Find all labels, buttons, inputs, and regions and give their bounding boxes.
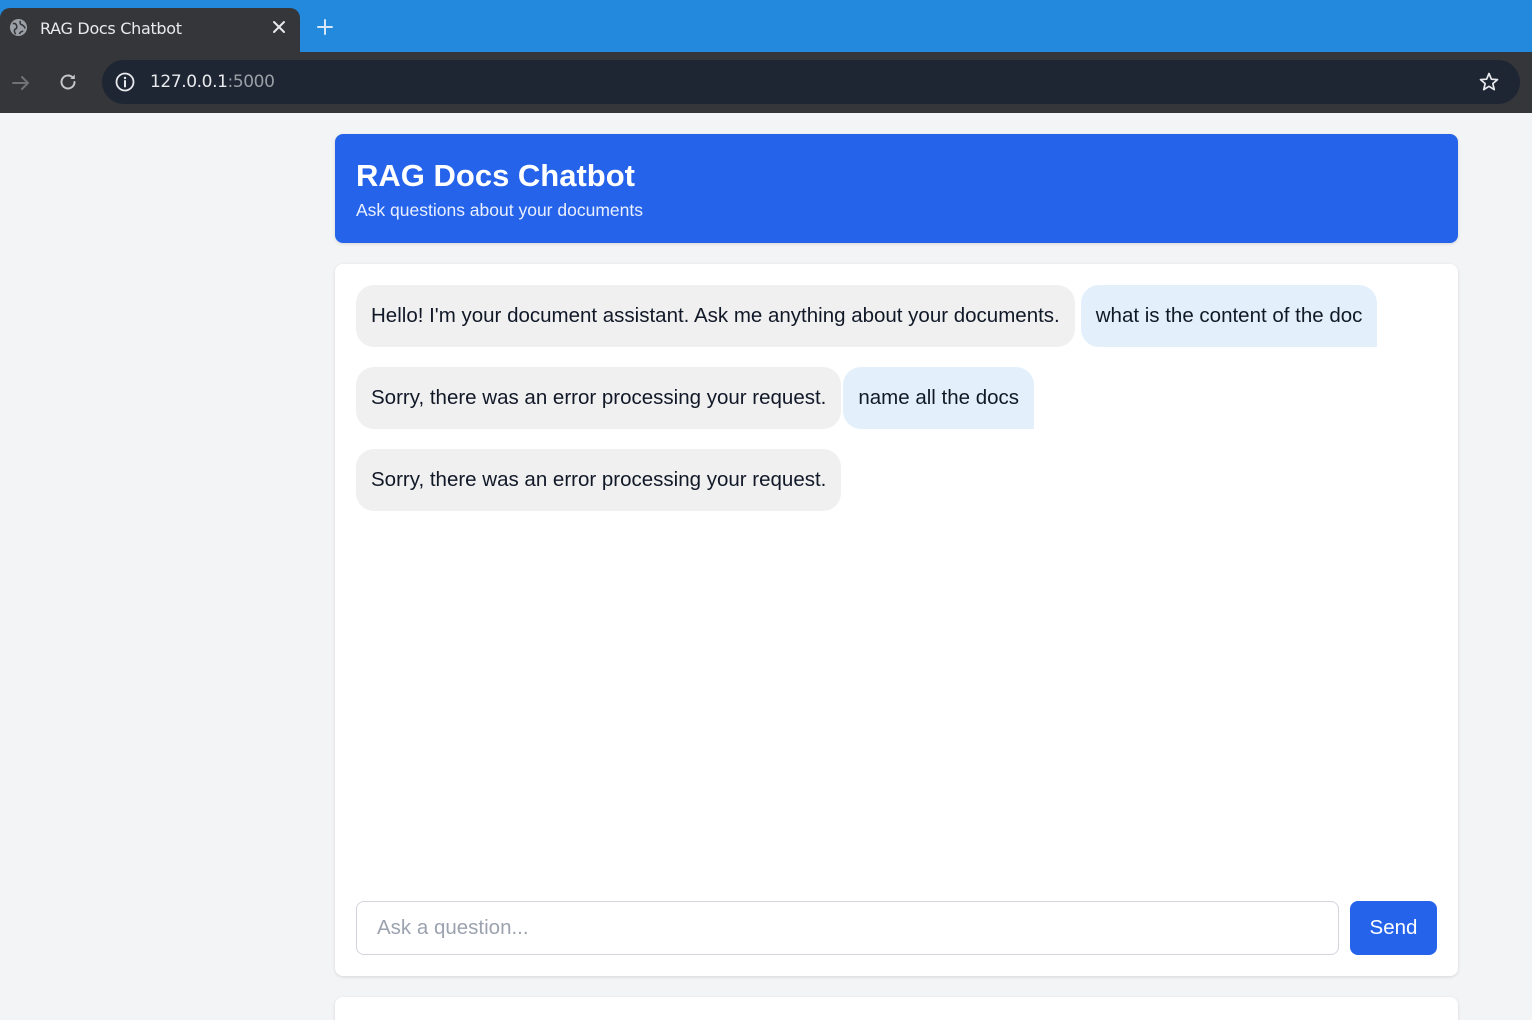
- chat-panel: Hello! I'm your document assistant. Ask …: [335, 264, 1458, 976]
- url-host: 127.0.0.1: [150, 72, 228, 92]
- secondary-panel: [335, 997, 1458, 1020]
- url-port: :5000: [227, 72, 275, 92]
- bot-message: Sorry, there was an error processing you…: [356, 367, 842, 429]
- bot-message: Sorry, there was an error processing you…: [356, 449, 842, 511]
- message-list: Hello! I'm your document assistant. Ask …: [356, 285, 1437, 511]
- bookmark-star-icon[interactable]: [1478, 71, 1500, 93]
- url-text[interactable]: 127.0.0.1:5000: [150, 72, 275, 92]
- close-icon[interactable]: [270, 18, 288, 36]
- reload-icon[interactable]: [57, 71, 79, 93]
- forward-arrow-icon[interactable]: [10, 72, 32, 94]
- user-message: what is the content of the doc: [1080, 285, 1378, 347]
- chat-input-row: Send: [356, 901, 1437, 955]
- app-header: RAG Docs Chatbot Ask questions about you…: [335, 134, 1458, 243]
- user-message: name all the docs: [843, 367, 1035, 429]
- address-bar[interactable]: 127.0.0.1:5000: [102, 60, 1520, 104]
- tab-title: RAG Docs Chatbot: [40, 19, 182, 38]
- site-info-icon[interactable]: [114, 71, 136, 93]
- page-subtitle: Ask questions about your documents: [356, 200, 643, 220]
- browser-tab[interactable]: RAG Docs Chatbot: [0, 8, 300, 52]
- globe-icon: [9, 18, 28, 37]
- new-tab-plus-icon[interactable]: [314, 16, 336, 38]
- browser-toolbar: 127.0.0.1:5000: [0, 52, 1532, 113]
- browser-tabstrip: RAG Docs Chatbot: [0, 0, 1532, 52]
- bot-message: Hello! I'm your document assistant. Ask …: [356, 285, 1075, 347]
- question-input[interactable]: [356, 901, 1339, 955]
- send-button[interactable]: Send: [1350, 901, 1437, 955]
- page-title: RAG Docs Chatbot: [356, 158, 635, 193]
